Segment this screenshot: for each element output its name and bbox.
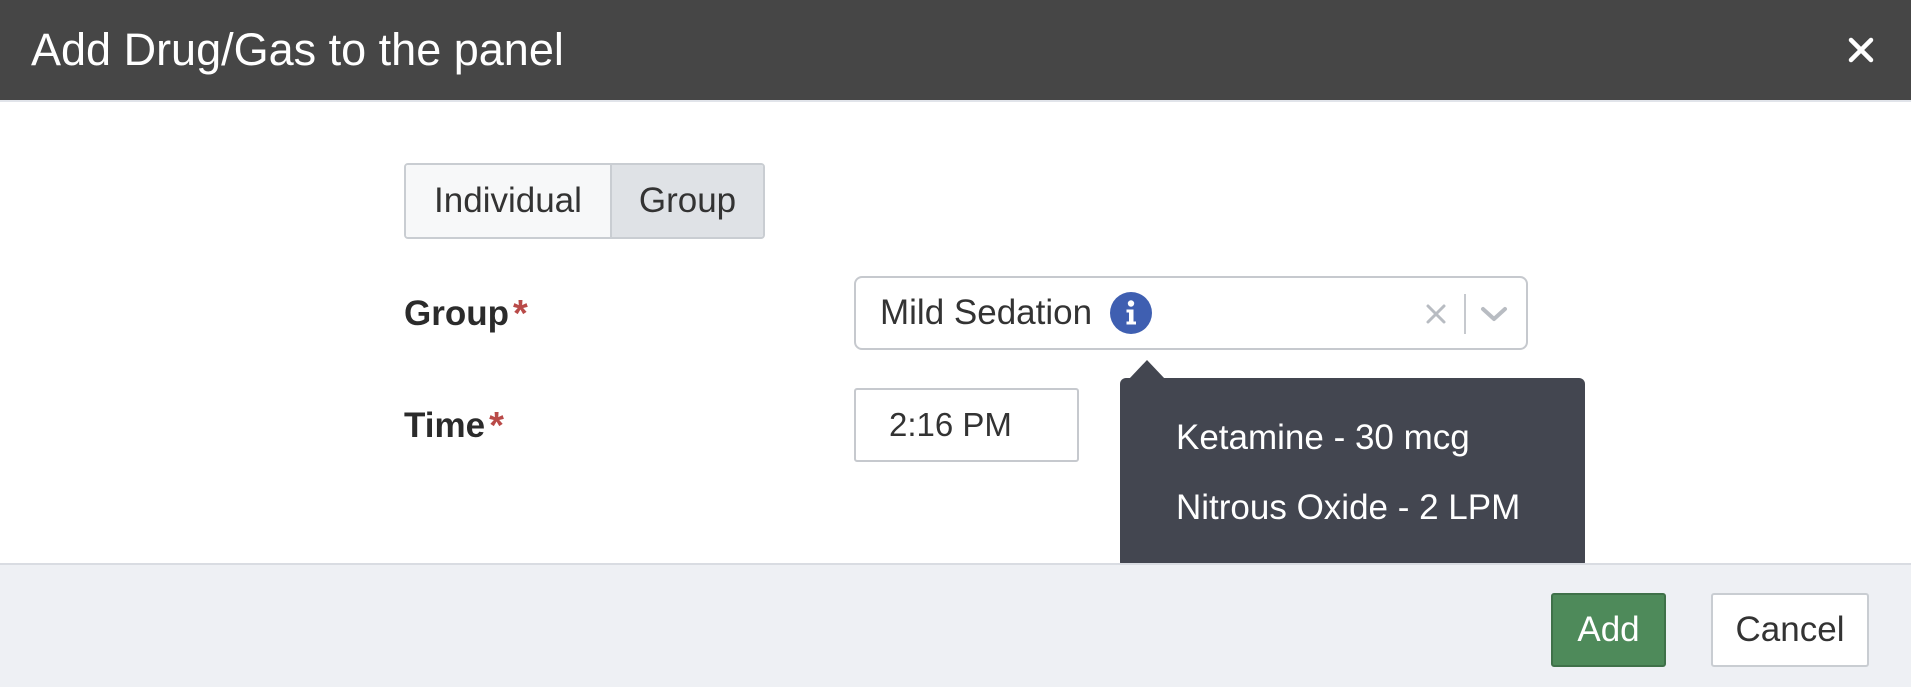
group-label-text: Group: [404, 294, 509, 333]
dialog-header: Add Drug/Gas to the panel: [0, 0, 1911, 100]
group-select[interactable]: Mild Sedation: [854, 276, 1528, 350]
required-marker: *: [489, 404, 504, 447]
tooltip-item: Nitrous Oxide - 2 LPM: [1176, 488, 1521, 527]
chevron-down-icon[interactable]: [1476, 298, 1512, 330]
group-info-tooltip: Ketamine - 30 mcg Nitrous Oxide - 2 LPM: [1120, 378, 1585, 568]
tooltip-arrow: [1129, 360, 1165, 379]
clear-icon[interactable]: [1418, 296, 1454, 332]
close-button[interactable]: [1841, 30, 1881, 70]
time-label: Time *: [404, 404, 504, 448]
header-divider: [0, 100, 1911, 102]
required-marker: *: [512, 292, 528, 335]
info-icon[interactable]: [1110, 292, 1153, 334]
dialog-title: Add Drug/Gas to the panel: [31, 24, 564, 75]
tooltip-item: Ketamine - 30 mcg: [1176, 418, 1470, 457]
dialog-footer: Add Cancel: [0, 563, 1911, 687]
time-input[interactable]: 2:16 PM: [854, 388, 1079, 462]
group-select-value: Mild Sedation: [880, 293, 1093, 332]
group-label: Group *: [404, 292, 528, 336]
cancel-button[interactable]: Cancel: [1711, 593, 1869, 667]
toggle-individual-button[interactable]: Individual: [406, 165, 612, 237]
select-separator: [1464, 294, 1466, 334]
add-button[interactable]: Add: [1551, 593, 1666, 667]
time-label-text: Time: [404, 406, 486, 445]
toggle-group-button[interactable]: Group: [612, 165, 763, 237]
close-icon: [1848, 37, 1874, 63]
mode-toggle: Individual Group: [404, 163, 765, 239]
